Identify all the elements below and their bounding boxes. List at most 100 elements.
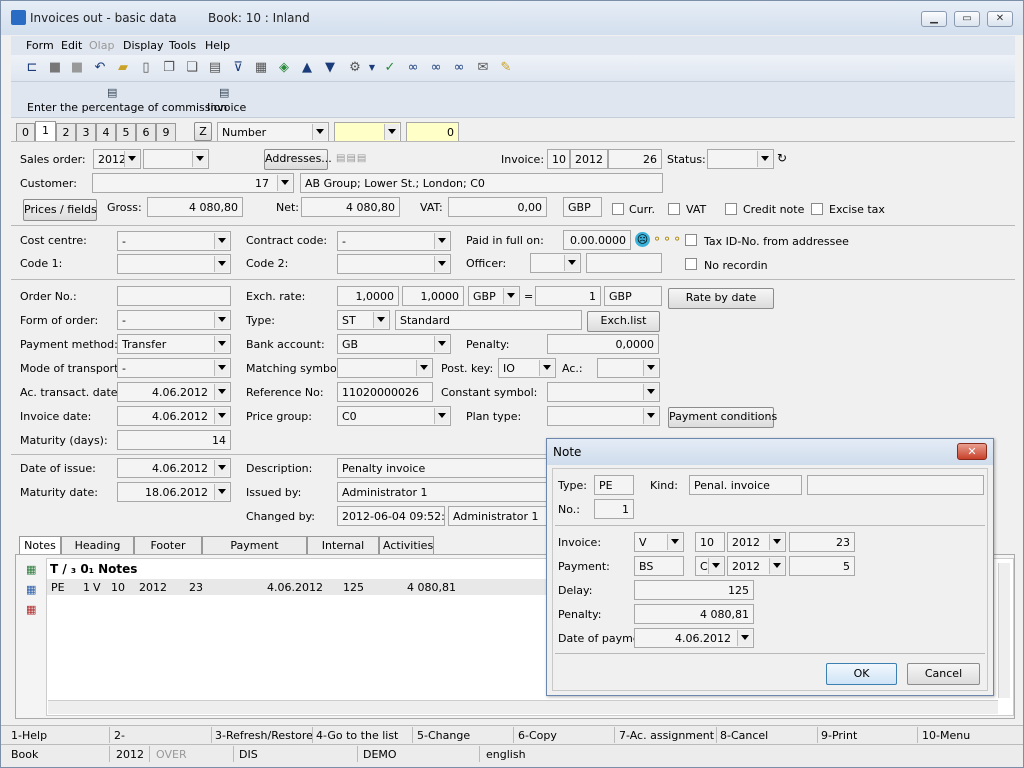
prices-fields-button[interactable]: Prices / fields [23,199,97,221]
matching-symbol-select[interactable] [337,358,433,378]
tab-activities[interactable]: Activities [379,536,434,554]
tab-4[interactable]: 4 [96,123,116,141]
binoculars-filter-icon[interactable]: ∞ [450,59,468,77]
bank-account-select[interactable]: GB [337,334,451,354]
sort-field-select[interactable]: Number [217,122,329,142]
tab-footer-text[interactable]: Footer text [134,536,202,569]
post-key-select[interactable]: IO [498,358,556,378]
commission-button[interactable]: Enter the percentage of commission [27,101,227,114]
note-invoice-book[interactable]: 10 [695,532,725,552]
vat-checkbox[interactable] [668,203,680,215]
fkey-change[interactable]: 5-Change [417,729,470,742]
price-group-select[interactable]: C0 [337,406,451,426]
menu-help[interactable]: Help [205,39,230,52]
ac-select[interactable] [597,358,660,378]
customer-name[interactable]: AB Group; Lower St.; London; C0 [300,173,663,193]
note-kind-extra[interactable] [807,475,984,495]
exch-currency-select[interactable]: GBP [468,286,520,306]
customer-number[interactable]: 17 [92,173,294,193]
delete-note-icon[interactable]: ▦ [26,603,36,616]
save-all-icon[interactable]: ■ [68,59,86,77]
minimize-button[interactable]: ▁ [921,11,947,27]
reference-no-field[interactable]: 11020000026 [337,382,433,402]
refresh-status-icon[interactable]: ↻ [777,151,787,165]
note-payment-bs[interactable]: BS [634,556,684,576]
chevron-down-icon[interactable]: ▼ [363,59,381,77]
tab-5[interactable]: 5 [116,123,136,141]
maturity-days-field[interactable]: 14 [117,430,231,450]
net-amount[interactable]: 4 080,80 [301,197,400,217]
exch-amount[interactable]: 1 [535,286,601,306]
note-payment-cz-select[interactable]: CZ [695,556,725,576]
officer-select[interactable] [530,253,581,273]
transaction-date-picker[interactable]: 4.06.2012 [117,382,231,402]
filter-icon[interactable]: ⊽ [229,59,247,77]
tab-1[interactable]: 1 [35,121,56,141]
fkey-menu[interactable]: 10-Menu [922,729,970,742]
note-type-field[interactable]: PE [594,475,634,495]
vertical-scrollbar[interactable] [998,563,1010,698]
no-recording-checkbox[interactable] [685,258,697,270]
notes-icon[interactable]: ✎ [497,59,515,77]
exch-currency-2[interactable]: GBP [604,286,662,306]
fkey-2[interactable]: 2- [114,729,125,742]
addresses-button[interactable]: Addresses... [264,149,332,170]
payment-method-select[interactable]: Transfer [117,334,231,354]
gross-amount[interactable]: 4 080,80 [147,197,243,217]
changed-date-field[interactable]: 2012-06-04 09:52:28 [337,506,445,526]
maturity-date-picker[interactable]: 18.06.2012 [117,482,231,502]
fkey-goto-list[interactable]: 4-Go to the list [316,729,398,742]
menu-form[interactable]: Form [26,39,54,52]
sales-order-number[interactable] [143,149,209,169]
commission-icon[interactable]: ▤ [107,86,117,99]
exch-rate-2[interactable]: 1,0000 [402,286,464,306]
copy-icon[interactable]: ❐ [160,59,178,77]
tab-6[interactable]: 6 [136,123,156,141]
issued-by-field[interactable]: Administrator 1 [337,482,549,502]
tab-payment-conditions[interactable]: Payment conditions [202,536,307,569]
close-button[interactable]: ✕ [987,11,1013,27]
open-folder-icon[interactable]: ▰ [114,59,132,77]
note-dialog-close-button[interactable]: ✕ [957,443,987,460]
table-row[interactable]: PE 1 V 10 2012 23 4.06.2012 125 4 080,81 [47,579,547,595]
menu-tools[interactable]: Tools [169,39,196,52]
plan-type-select[interactable] [547,406,660,426]
new-document-icon[interactable]: ▯ [137,59,155,77]
edit-note-icon[interactable]: ▦ [26,583,36,596]
arrow-up-icon[interactable]: ▲ [298,59,316,77]
binoculars-next-icon[interactable]: ∞ [427,59,445,77]
horizontal-scrollbar[interactable] [48,700,998,714]
tab-9[interactable]: 9 [156,123,176,141]
tax-id-checkbox[interactable] [685,234,697,246]
penalty-field[interactable]: 0,0000 [547,334,659,354]
excise-tax-checkbox[interactable] [811,203,823,215]
rate-by-date-button[interactable]: Rate by date [668,288,774,309]
book-icon[interactable]: ▤ [206,59,224,77]
record-count[interactable]: 0 [406,122,459,142]
fkey-help[interactable]: 1-Help [11,729,47,742]
exch-rate-1[interactable]: 1,0000 [337,286,399,306]
form-of-order-select[interactable]: - [117,310,231,330]
tab-heading-text[interactable]: Heading text [61,536,134,569]
fkey-cancel[interactable]: 8-Cancel [720,729,768,742]
transport-select[interactable]: - [117,358,231,378]
invoice-date-picker[interactable]: 4.06.2012 [117,406,231,426]
note-delay-field[interactable]: 125 [634,580,754,600]
invoice-number[interactable]: 26 [608,149,662,169]
menu-edit[interactable]: Edit [61,39,82,52]
cost-centre-select[interactable]: - [117,231,231,251]
list-icon[interactable]: ▦ [252,59,270,77]
note-invoice-year-select[interactable]: 2012 [727,532,786,552]
type-name[interactable]: Standard [395,310,582,330]
add-note-icon[interactable]: ▦ [26,563,36,576]
note-invoice-number[interactable]: 23 [789,532,855,552]
fkey-refresh[interactable]: 3-Refresh/Restore [215,729,313,742]
note-payment-year-select[interactable]: 2012 [727,556,786,576]
status-select[interactable] [707,149,774,169]
invoice-icon[interactable]: ▤ [219,86,229,99]
maximize-button[interactable]: ▭ [954,11,980,27]
undo-icon[interactable]: ↶ [91,59,109,77]
contract-code-select[interactable]: - [337,231,451,251]
z-button[interactable]: Z [194,122,212,141]
menu-display[interactable]: Display [123,39,164,52]
